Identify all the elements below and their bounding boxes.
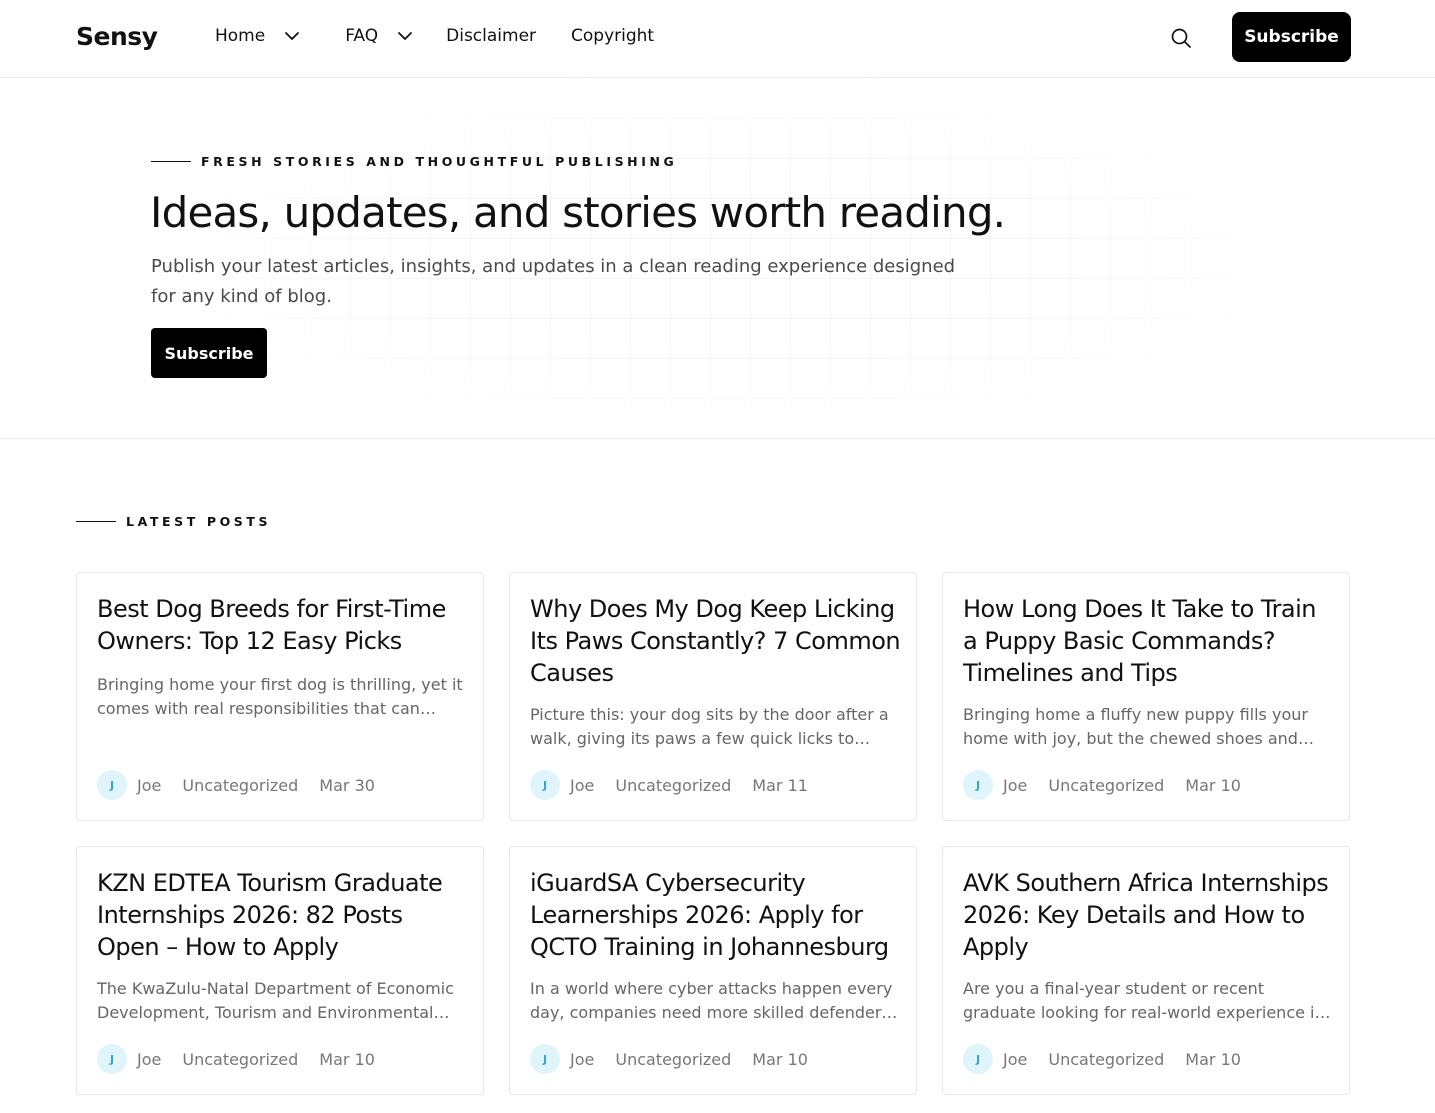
avatar: J [530, 770, 560, 800]
post-date: Mar 10 [1185, 1049, 1241, 1069]
post-author[interactable]: Joe [137, 776, 161, 795]
avatar: J [97, 1044, 127, 1074]
post-date: Mar 11 [752, 775, 808, 795]
post-date: Mar 10 [752, 1049, 808, 1069]
post-title[interactable]: AVK Southern Africa Internships 2026: Ke… [963, 867, 1335, 963]
site-logo[interactable]: Sensy [76, 22, 158, 51]
site-header: Sensy Home FAQ Disclaimer Copyright Subs… [0, 0, 1435, 78]
avatar: J [530, 1044, 560, 1074]
nav-item-disclaimer[interactable]: Disclaimer [446, 26, 536, 46]
post-card[interactable]: How Long Does It Take to Train a Puppy B… [942, 572, 1350, 821]
post-author[interactable]: Joe [1003, 776, 1027, 795]
post-excerpt: Picture this: your dog sits by the door … [530, 705, 889, 748]
post-meta: J Joe Uncategorized Mar 10 [530, 1044, 808, 1074]
hero-eyebrow: FRESH STORIES AND THOUGHTFUL PUBLISHING [151, 154, 677, 169]
section-divider [76, 521, 116, 522]
post-card[interactable]: iGuardSA Cybersecurity Learnerships 2026… [509, 846, 917, 1095]
post-title[interactable]: KZN EDTEA Tourism Graduate Internships 2… [97, 867, 469, 963]
nav-item-copyright-label: Copyright [571, 26, 655, 46]
post-date: Mar 10 [1185, 775, 1241, 795]
nav-item-faq-label: FAQ [345, 26, 379, 46]
nav-item-faq[interactable]: FAQ [345, 26, 414, 46]
post-excerpt: Are you a final-year student or recent g… [963, 979, 1325, 1022]
post-meta: J Joe Uncategorized Mar 30 [97, 770, 375, 800]
nav-item-home-label: Home [215, 26, 266, 46]
post-meta: J Joe Uncategorized Mar 10 [97, 1044, 375, 1074]
post-author[interactable]: Joe [137, 1050, 161, 1069]
post-card[interactable]: Why Does My Dog Keep Licking Its Paws Co… [509, 572, 917, 821]
post-author[interactable]: Joe [1003, 1050, 1027, 1069]
post-excerpt: The KwaZulu-Natal Department of Economic… [97, 979, 454, 1022]
post-title[interactable]: Why Does My Dog Keep Licking Its Paws Co… [530, 593, 902, 689]
post-meta: J Joe Uncategorized Mar 10 [963, 770, 1241, 800]
post-date: Mar 30 [319, 775, 375, 795]
post-excerpt: Bringing home your first dog is thrillin… [97, 675, 463, 718]
post-author[interactable]: Joe [570, 776, 594, 795]
post-meta: J Joe Uncategorized Mar 10 [963, 1044, 1241, 1074]
post-excerpt: Bringing home a fluffy new puppy fills y… [963, 705, 1308, 748]
chevron-down-icon[interactable] [396, 27, 414, 45]
avatar: J [97, 770, 127, 800]
nav-item-home[interactable]: Home [215, 26, 301, 46]
avatar: J [963, 1044, 993, 1074]
post-author[interactable]: Joe [570, 1050, 594, 1069]
post-category[interactable]: Uncategorized [615, 776, 731, 795]
hero-section: FRESH STORIES AND THOUGHTFUL PUBLISHING … [0, 78, 1435, 439]
latest-posts-heading: LATEST POSTS [76, 514, 271, 529]
post-excerpt: In a world where cyber attacks happen ev… [530, 979, 893, 1022]
header-subscribe-button[interactable]: Subscribe [1232, 12, 1351, 62]
hero-title: Ideas, updates, and stories worth readin… [150, 188, 1006, 237]
avatar: J [963, 770, 993, 800]
post-category[interactable]: Uncategorized [1048, 776, 1164, 795]
post-title[interactable]: How Long Does It Take to Train a Puppy B… [963, 593, 1335, 689]
search-icon[interactable] [1170, 27, 1192, 49]
post-title[interactable]: Best Dog Breeds for First-Time Owners: T… [97, 593, 469, 657]
post-category[interactable]: Uncategorized [1048, 1050, 1164, 1069]
eyebrow-divider [151, 161, 191, 162]
main-nav: Home FAQ Disclaimer Copyright [215, 26, 654, 46]
nav-item-disclaimer-label: Disclaimer [446, 26, 537, 46]
post-card[interactable]: Best Dog Breeds for First-Time Owners: T… [76, 572, 484, 821]
hero-eyebrow-text: FRESH STORIES AND THOUGHTFUL PUBLISHING [201, 154, 678, 169]
post-meta: J Joe Uncategorized Mar 11 [530, 770, 808, 800]
post-category[interactable]: Uncategorized [182, 1050, 298, 1069]
chevron-down-icon[interactable] [283, 27, 301, 45]
post-category[interactable]: Uncategorized [182, 776, 298, 795]
nav-item-copyright[interactable]: Copyright [571, 26, 654, 46]
post-date: Mar 10 [319, 1049, 375, 1069]
latest-posts-label: LATEST POSTS [126, 514, 272, 529]
post-category[interactable]: Uncategorized [615, 1050, 731, 1069]
hero-subscribe-button[interactable]: Subscribe [151, 328, 267, 378]
post-title[interactable]: iGuardSA Cybersecurity Learnerships 2026… [530, 867, 902, 963]
hero-description: Publish your latest articles, insights, … [151, 256, 956, 307]
post-card[interactable]: KZN EDTEA Tourism Graduate Internships 2… [76, 846, 484, 1095]
post-card[interactable]: AVK Southern Africa Internships 2026: Ke… [942, 846, 1350, 1095]
